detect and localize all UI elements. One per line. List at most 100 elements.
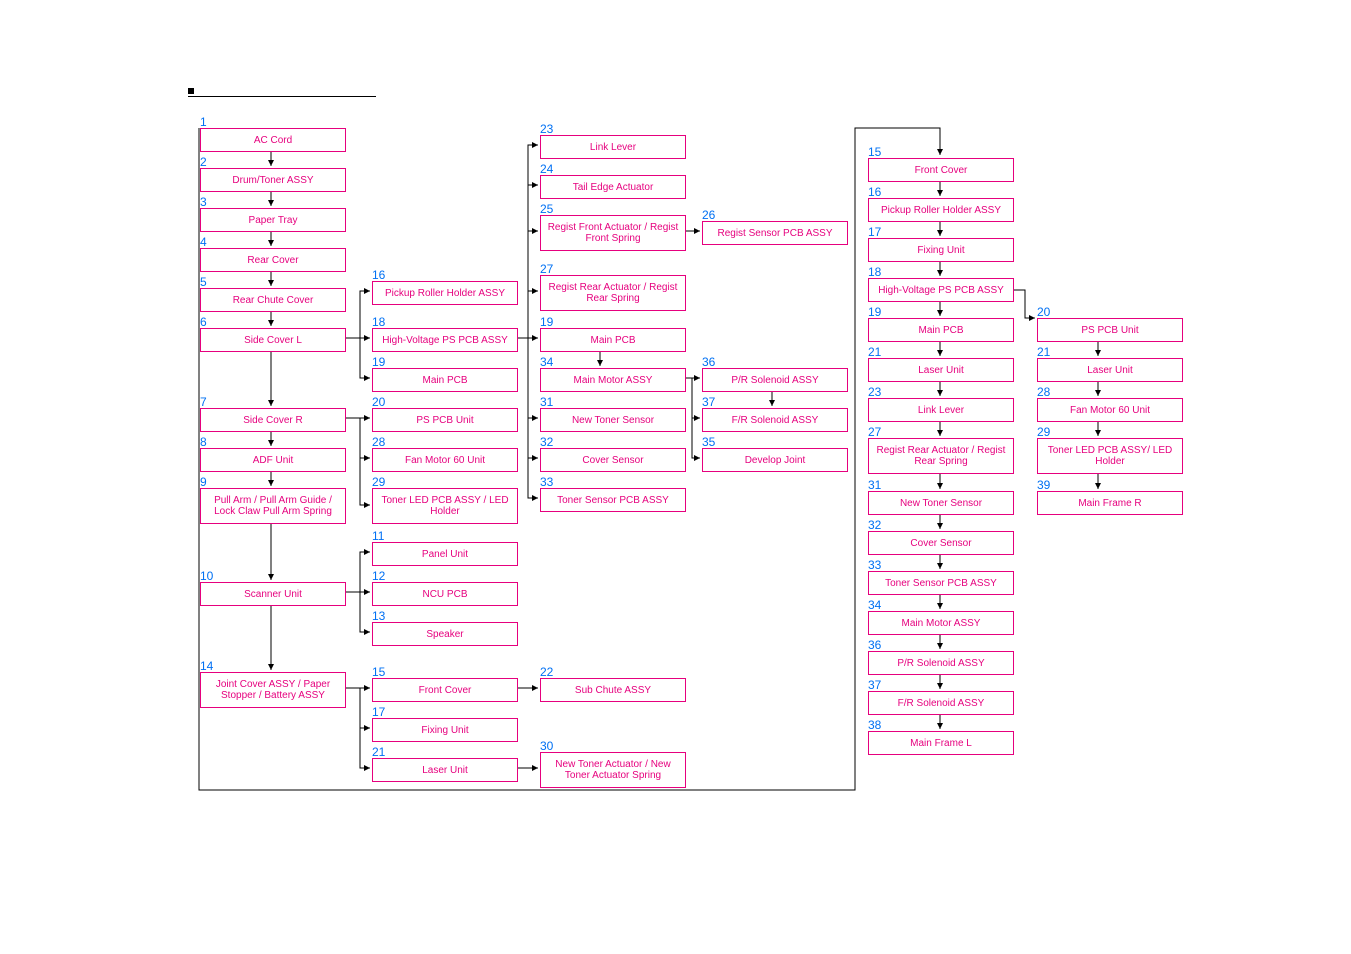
step-num: 37 bbox=[702, 395, 715, 409]
step-box: Toner LED PCB ASSY/ LED Holder bbox=[1037, 438, 1183, 474]
step-box: Speaker bbox=[372, 622, 518, 646]
step-num: 24 bbox=[540, 162, 553, 176]
step-box: Regist Rear Actuator / Regist Rear Sprin… bbox=[868, 438, 1014, 474]
step-num: 23 bbox=[540, 122, 553, 136]
step-box: New Toner Actuator / New Toner Actuator … bbox=[540, 752, 686, 788]
step-box: New Toner Sensor bbox=[868, 491, 1014, 515]
step-box: Panel Unit bbox=[372, 542, 518, 566]
step-box: Main PCB bbox=[372, 368, 518, 392]
step-num: 35 bbox=[702, 435, 715, 449]
step-box: Front Cover bbox=[868, 158, 1014, 182]
step-num: 36 bbox=[702, 355, 715, 369]
step-box: Main Frame R bbox=[1037, 491, 1183, 515]
step-num: 29 bbox=[372, 475, 385, 489]
step-box: AC Cord bbox=[200, 128, 346, 152]
step-box: Toner LED PCB ASSY / LED Holder bbox=[372, 488, 518, 524]
step-num: 26 bbox=[702, 208, 715, 222]
step-box: Rear Cover bbox=[200, 248, 346, 272]
step-num: 32 bbox=[540, 435, 553, 449]
step-num: 20 bbox=[1037, 305, 1050, 319]
step-num: 13 bbox=[372, 609, 385, 623]
step-num: 22 bbox=[540, 665, 553, 679]
step-num: 19 bbox=[868, 305, 881, 319]
step-box: Joint Cover ASSY / Paper Stopper / Batte… bbox=[200, 672, 346, 708]
step-num: 6 bbox=[200, 315, 207, 329]
step-num: 9 bbox=[200, 475, 207, 489]
step-num: 16 bbox=[868, 185, 881, 199]
step-box: Regist Sensor PCB ASSY bbox=[702, 221, 848, 245]
step-num: 27 bbox=[868, 425, 881, 439]
step-num: 39 bbox=[1037, 478, 1050, 492]
step-box: Side Cover L bbox=[200, 328, 346, 352]
step-num: 7 bbox=[200, 395, 207, 409]
step-num: 38 bbox=[868, 718, 881, 732]
step-num: 2 bbox=[200, 155, 207, 169]
step-box: Paper Tray bbox=[200, 208, 346, 232]
step-box: Main Frame L bbox=[868, 731, 1014, 755]
step-num: 21 bbox=[868, 345, 881, 359]
step-box: Develop Joint bbox=[702, 448, 848, 472]
step-num: 15 bbox=[868, 145, 881, 159]
step-box: Regist Front Actuator / Regist Front Spr… bbox=[540, 215, 686, 251]
step-box: New Toner Sensor bbox=[540, 408, 686, 432]
step-num: 14 bbox=[200, 659, 213, 673]
step-num: 11 bbox=[372, 529, 384, 543]
step-box: Main PCB bbox=[868, 318, 1014, 342]
step-box: Toner Sensor PCB ASSY bbox=[868, 571, 1014, 595]
step-box: Laser Unit bbox=[372, 758, 518, 782]
step-box: Pickup Roller Holder ASSY bbox=[372, 281, 518, 305]
step-box: Main PCB bbox=[540, 328, 686, 352]
step-box: PS PCB Unit bbox=[1037, 318, 1183, 342]
step-num: 31 bbox=[540, 395, 553, 409]
step-box: Cover Sensor bbox=[540, 448, 686, 472]
step-box: Laser Unit bbox=[1037, 358, 1183, 382]
step-box: P/R Solenoid ASSY bbox=[702, 368, 848, 392]
step-box: Sub Chute ASSY bbox=[540, 678, 686, 702]
section-underline bbox=[188, 96, 376, 97]
step-box: Regist Rear Actuator / Regist Rear Sprin… bbox=[540, 275, 686, 311]
step-num: 25 bbox=[540, 202, 553, 216]
step-box: Fixing Unit bbox=[372, 718, 518, 742]
step-box: Side Cover R bbox=[200, 408, 346, 432]
step-num: 17 bbox=[868, 225, 881, 239]
step-num: 37 bbox=[868, 678, 881, 692]
step-box: High-Voltage PS PCB ASSY bbox=[372, 328, 518, 352]
step-num: 20 bbox=[372, 395, 385, 409]
step-num: 31 bbox=[868, 478, 881, 492]
step-box: Tail Edge Actuator bbox=[540, 175, 686, 199]
step-num: 15 bbox=[372, 665, 385, 679]
step-box: Drum/Toner ASSY bbox=[200, 168, 346, 192]
step-box: Fan Motor 60 Unit bbox=[372, 448, 518, 472]
step-num: 32 bbox=[868, 518, 881, 532]
section-bullet bbox=[188, 88, 194, 94]
step-box: PS PCB Unit bbox=[372, 408, 518, 432]
step-num: 28 bbox=[372, 435, 385, 449]
step-box: P/R Solenoid ASSY bbox=[868, 651, 1014, 675]
step-box: Link Lever bbox=[868, 398, 1014, 422]
step-num: 21 bbox=[1037, 345, 1050, 359]
step-box: Scanner Unit bbox=[200, 582, 346, 606]
step-box: Fan Motor 60 Unit bbox=[1037, 398, 1183, 422]
step-num: 1 bbox=[200, 115, 207, 129]
step-box: F/R Solenoid ASSY bbox=[702, 408, 848, 432]
step-box: Fixing Unit bbox=[868, 238, 1014, 262]
step-num: 17 bbox=[372, 705, 385, 719]
step-box: Toner Sensor PCB ASSY bbox=[540, 488, 686, 512]
step-box: Front Cover bbox=[372, 678, 518, 702]
step-box: Rear Chute Cover bbox=[200, 288, 346, 312]
step-box: Pickup Roller Holder ASSY bbox=[868, 198, 1014, 222]
step-num: 36 bbox=[868, 638, 881, 652]
step-num: 12 bbox=[372, 569, 385, 583]
step-box: ADF Unit bbox=[200, 448, 346, 472]
step-num: 19 bbox=[372, 355, 385, 369]
step-num: 8 bbox=[200, 435, 207, 449]
step-box: F/R Solenoid ASSY bbox=[868, 691, 1014, 715]
step-num: 29 bbox=[1037, 425, 1050, 439]
step-num: 5 bbox=[200, 275, 207, 289]
step-num: 19 bbox=[540, 315, 553, 329]
step-num: 18 bbox=[868, 265, 881, 279]
step-num: 27 bbox=[540, 262, 553, 276]
step-num: 4 bbox=[200, 235, 207, 249]
step-box: Main Motor ASSY bbox=[868, 611, 1014, 635]
step-num: 30 bbox=[540, 739, 553, 753]
